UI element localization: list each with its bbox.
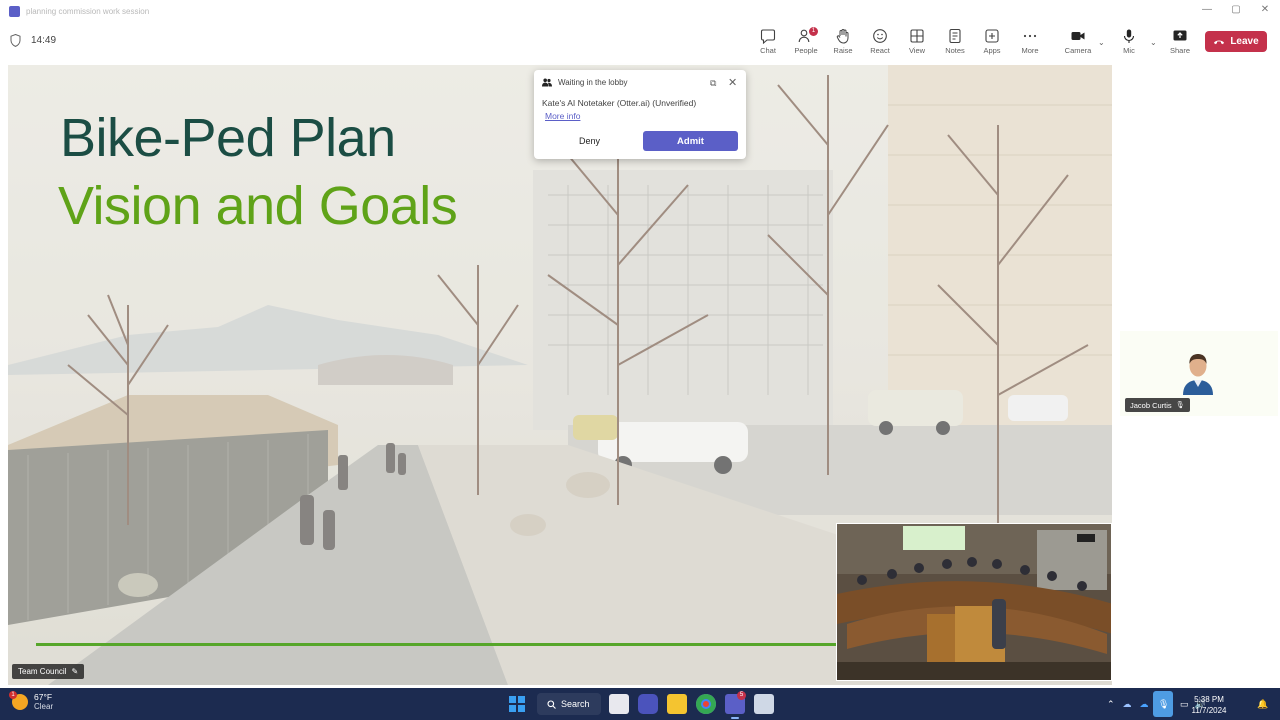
minimize-button[interactable]: — [1201, 4, 1213, 15]
camera-options-chevron-icon[interactable]: ⌄ [1098, 38, 1105, 47]
pin-icon: ✎ [71, 667, 79, 676]
share-screen-icon [1173, 30, 1187, 41]
council-room-video [836, 523, 1112, 681]
task-view-icon[interactable] [609, 694, 629, 714]
leave-button[interactable]: Leave [1205, 31, 1267, 52]
participant-avatar [1183, 354, 1213, 395]
react-button[interactable]: React [860, 28, 900, 58]
mic-button[interactable]: Mic [1109, 28, 1149, 58]
meeting-timer: 14:49 [31, 35, 57, 46]
chat-button[interactable]: Chat [748, 28, 788, 58]
notifications-icon[interactable]: 🔔 [1257, 688, 1268, 720]
react-label: React [870, 46, 890, 55]
raise-hand-button[interactable]: Raise [823, 28, 863, 58]
taskbar-search[interactable]: Search [537, 693, 601, 715]
share-button[interactable]: Share [1160, 28, 1200, 58]
hand-icon [836, 29, 849, 44]
mic-options-chevron-icon[interactable]: ⌄ [1150, 38, 1157, 47]
clock-time: 5:38 PM [1194, 695, 1224, 704]
more-info-link[interactable]: More info [545, 111, 580, 121]
clock-date: 11/7/2024 [1191, 706, 1227, 715]
hang-up-icon [1214, 39, 1225, 44]
participant-name: Jacob Curtis [1130, 400, 1172, 410]
participant-name-tag: Jacob Curtis 🎙 [1125, 398, 1190, 412]
grid-view-icon [910, 29, 924, 43]
teams-app-icon [9, 5, 20, 17]
chevron-up-icon[interactable]: ⌃ [1107, 699, 1115, 710]
system-clock[interactable]: 5:38 PM 11/7/2024 [1184, 694, 1234, 716]
pop-out-icon[interactable]: ⧉ [710, 78, 716, 89]
mic-label: Mic [1123, 46, 1135, 55]
lobby-notification: Waiting in the lobby ⧉ ✕ Kate's AI Notet… [534, 70, 746, 159]
teams-icon[interactable]: 5 [725, 691, 746, 719]
lobby-header-text: Waiting in the lobby [558, 78, 628, 87]
lobby-header: Waiting in the lobby [542, 78, 628, 87]
people-badge: 1 [809, 27, 818, 36]
view-button[interactable]: View [897, 28, 937, 58]
smiley-icon [873, 29, 887, 43]
stage-presenter-label: Team Council ✎ [12, 664, 85, 679]
weather-condition: Clear [34, 702, 54, 711]
slide-title-line1: Bike-Ped Plan [60, 108, 396, 168]
slide-title-line2: Vision and Goals [58, 176, 458, 236]
camera-label: Camera [1064, 46, 1092, 55]
shield-icon [10, 34, 21, 47]
microphone-icon [1123, 29, 1135, 43]
deny-button[interactable]: Deny [544, 131, 635, 151]
windows-start-icon[interactable] [509, 696, 525, 712]
meeting-info: 14:49 [10, 34, 56, 47]
search-label: Search [561, 699, 590, 709]
chrome-icon[interactable] [696, 694, 716, 714]
notes-button[interactable]: Notes [935, 28, 975, 58]
onedrive-business-icon[interactable]: ☁ [1140, 699, 1149, 710]
close-icon[interactable]: ✕ [728, 76, 737, 89]
share-label: Share [1169, 46, 1190, 55]
participant-tile[interactable]: Jacob Curtis 🎙 [1120, 331, 1278, 416]
apps-plus-icon [985, 29, 999, 43]
muted-mic-icon: 🎙 [1175, 402, 1185, 409]
raise-label: Raise [833, 46, 853, 55]
more-label: More [1021, 46, 1039, 55]
weather-temp: 67°F [34, 692, 53, 702]
system-tray: ⌃ ☁ ☁ [1107, 688, 1149, 720]
title-bar: planning commission work session — ▢ ✕ [0, 0, 1280, 22]
teams-chat-icon[interactable] [638, 694, 658, 714]
slide-accent-line [36, 643, 846, 646]
people-waiting-icon [542, 78, 552, 87]
people-label: People [794, 46, 818, 55]
apps-button[interactable]: Apps [972, 28, 1012, 58]
sun-icon: 1 [9, 691, 28, 710]
weather-widget[interactable]: 1 67°F Clear [9, 691, 54, 712]
stage-presenter-name: Team Council [18, 667, 67, 676]
council-room-scene [837, 524, 1111, 680]
apps-label: Apps [983, 46, 1001, 55]
file-explorer-icon[interactable] [667, 694, 687, 714]
restore-button[interactable]: ▢ [1230, 4, 1242, 15]
view-label: View [908, 46, 926, 55]
leave-label: Leave [1230, 36, 1259, 47]
camera-button[interactable]: Camera [1058, 28, 1098, 58]
search-icon [547, 699, 556, 709]
notes-label: Notes [945, 46, 965, 55]
window-title: planning commission work session [26, 6, 150, 16]
photos-app-icon[interactable] [754, 694, 774, 714]
lobby-person-name: Kate's AI Notetaker (Otter.ai) (Unverifi… [542, 98, 697, 108]
weather-badge: 1 [9, 691, 17, 699]
more-dots-icon [1023, 34, 1037, 38]
windows-taskbar: 1 67°F Clear Search 5 ⌃ ☁ ☁ 🎙 ▭ 🔊 5:38 P… [0, 688, 1280, 720]
people-button[interactable]: 1 People [786, 27, 826, 58]
camera-icon [1071, 32, 1085, 40]
chat-icon [760, 29, 776, 44]
chat-label: Chat [760, 46, 776, 55]
admit-button[interactable]: Admit [643, 131, 738, 151]
teams-badge: 5 [737, 691, 746, 700]
notes-icon [949, 28, 961, 44]
onedrive-icon[interactable]: ☁ [1123, 699, 1132, 710]
more-button[interactable]: More [1010, 28, 1050, 58]
mic-glyph: 🎙 [1158, 698, 1170, 709]
close-button[interactable]: ✕ [1259, 4, 1271, 15]
